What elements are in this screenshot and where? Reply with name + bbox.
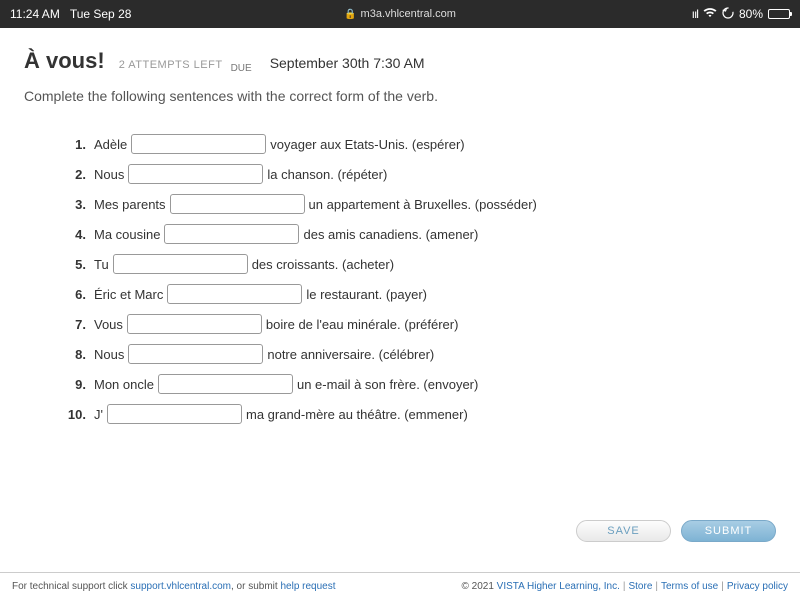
answer-input[interactable] [158, 374, 293, 394]
terms-link[interactable]: Terms of use [661, 581, 718, 592]
question-number: 10. [62, 407, 86, 422]
help-request-link[interactable]: help request [280, 581, 335, 592]
due-date: September 30th 7:30 AM [270, 55, 425, 71]
save-button[interactable]: SAVE [576, 520, 671, 542]
device-status-bar: 11:24 AM Tue Sep 28 🔒 m3a.vhlcentral.com… [0, 0, 800, 28]
answer-input[interactable] [131, 134, 266, 154]
company-link[interactable]: VISTA Higher Learning, Inc. [497, 581, 620, 592]
question-text-post: boire de l'eau minérale. (préférer) [266, 317, 459, 332]
question-row: 4. Ma cousine des amis canadiens. (amener… [62, 224, 776, 244]
question-number: 1. [62, 137, 86, 152]
question-number: 3. [62, 197, 86, 212]
question-text-pre: J' [94, 407, 103, 422]
question-row: 8. Nous notre anniversaire. (célébrer) [62, 344, 776, 364]
question-row: 2. Nous la chanson. (répéter) [62, 164, 776, 184]
question-text-post: voyager aux Etats-Unis. (espérer) [270, 137, 464, 152]
question-number: 4. [62, 227, 86, 242]
answer-input[interactable] [113, 254, 248, 274]
question-row: 1. Adèle voyager aux Etats-Unis. (espérer… [62, 134, 776, 154]
status-date: Tue Sep 28 [70, 7, 132, 21]
support-link[interactable]: support.vhlcentral.com [130, 581, 231, 592]
browser-url: m3a.vhlcentral.com [361, 8, 456, 20]
answer-input[interactable] [127, 314, 262, 334]
battery-percent: 80% [739, 7, 763, 21]
answer-input[interactable] [170, 194, 305, 214]
instructions-text: Complete the following sentences with th… [24, 88, 776, 104]
question-text-post: des amis canadiens. (amener) [303, 227, 478, 242]
support-text-mid: , or submit [231, 581, 280, 592]
answer-input[interactable] [164, 224, 299, 244]
attempts-left: 2 ATTEMPTS LEFT [119, 59, 223, 71]
question-text-post: un e-mail à son frère. (envoyer) [297, 377, 478, 392]
question-row: 7. Vous boire de l'eau minérale. (préfére… [62, 314, 776, 334]
separator: | [655, 581, 658, 592]
separator: | [721, 581, 724, 592]
question-text-post: un appartement à Bruxelles. (posséder) [309, 197, 537, 212]
copyright-text: © 2021 [461, 581, 496, 592]
status-time: 11:24 AM [10, 7, 60, 21]
question-text-pre: Nous [94, 347, 124, 362]
support-text-pre: For technical support click [12, 581, 130, 592]
answer-input[interactable] [128, 164, 263, 184]
question-number: 5. [62, 257, 86, 272]
due-label: DUE [231, 63, 252, 74]
question-text-pre: Tu [94, 257, 109, 272]
question-text-pre: Adèle [94, 137, 127, 152]
question-number: 6. [62, 287, 86, 302]
question-text-post: ma grand-mère au théâtre. (emmener) [246, 407, 468, 422]
answer-input[interactable] [128, 344, 263, 364]
question-text-pre: Nous [94, 167, 124, 182]
wifi-icon [703, 7, 717, 21]
battery-icon [768, 9, 790, 19]
question-row: 9. Mon oncle un e-mail à son frère. (envo… [62, 374, 776, 394]
signal-icon: ııl [692, 7, 698, 21]
question-number: 9. [62, 377, 86, 392]
lock-icon: 🔒 [344, 9, 356, 20]
answer-input[interactable] [107, 404, 242, 424]
question-text-pre: Ma cousine [94, 227, 160, 242]
store-link[interactable]: Store [628, 581, 652, 592]
question-row: 3. Mes parents un appartement à Bruxelles… [62, 194, 776, 214]
question-row: 6. Éric et Marc le restaurant. (payer) [62, 284, 776, 304]
question-text-pre: Mes parents [94, 197, 166, 212]
question-text-pre: Mon oncle [94, 377, 154, 392]
answer-input[interactable] [167, 284, 302, 304]
question-text-pre: Vous [94, 317, 123, 332]
question-text-post: la chanson. (répéter) [267, 167, 387, 182]
separator: | [623, 581, 626, 592]
question-row: 5. Tu des croissants. (acheter) [62, 254, 776, 274]
question-number: 8. [62, 347, 86, 362]
questions-list: 1. Adèle voyager aux Etats-Unis. (espérer… [24, 134, 776, 424]
question-number: 2. [62, 167, 86, 182]
page-footer: For technical support click support.vhlc… [0, 572, 800, 600]
assignment-header: À vous! 2 ATTEMPTS LEFT DUE September 30… [24, 48, 776, 74]
orientation-lock-icon [722, 7, 734, 22]
question-text-post: le restaurant. (payer) [306, 287, 427, 302]
question-text-post: des croissants. (acheter) [252, 257, 394, 272]
question-number: 7. [62, 317, 86, 332]
question-text-pre: Éric et Marc [94, 287, 163, 302]
question-row: 10. J' ma grand-mère au théâtre. (emmener… [62, 404, 776, 424]
question-text-post: notre anniversaire. (célébrer) [267, 347, 434, 362]
privacy-link[interactable]: Privacy policy [727, 581, 788, 592]
page-title: À vous! [24, 48, 105, 74]
submit-button[interactable]: SUBMIT [681, 520, 776, 542]
